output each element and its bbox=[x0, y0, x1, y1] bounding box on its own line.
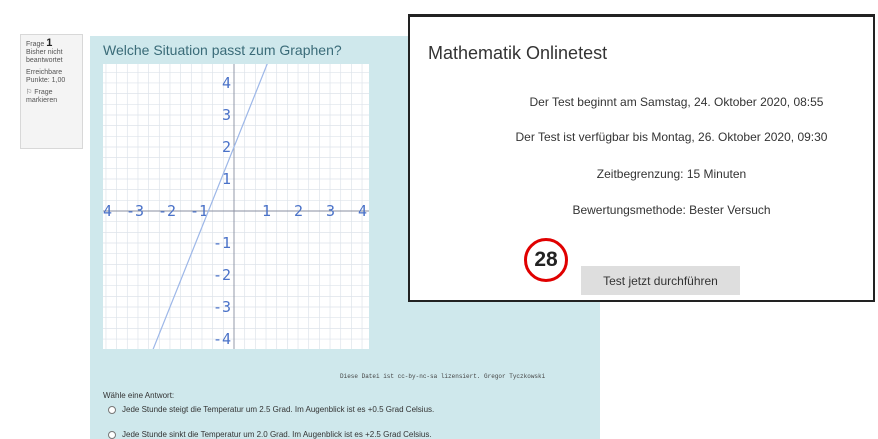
flag-question-link[interactable]: ⚐ Frage markieren bbox=[26, 89, 77, 105]
step-number-badge: 28 bbox=[524, 238, 568, 282]
y-tick-label: 2 bbox=[222, 138, 231, 156]
answer-label: Wähle eine Antwort: bbox=[103, 391, 175, 400]
question-title: Welche Situation passt zum Graphen? bbox=[103, 42, 342, 58]
start-date-text: Der Test beginnt am Samstag, 24. Oktober… bbox=[529, 95, 824, 109]
y-tick-label: 3 bbox=[222, 106, 231, 124]
start-test-button[interactable]: Test jetzt durchführen bbox=[581, 266, 740, 295]
question-points: Erreichbare Punkte: 1,00 bbox=[26, 69, 66, 84]
radio-button[interactable] bbox=[108, 405, 116, 414]
time-limit-text: Zeitbegrenzung: 15 Minuten bbox=[596, 167, 747, 181]
question-status: Bisher nicht beantwortet bbox=[26, 49, 63, 64]
answer-text: Jede Stunde sinkt die Temperatur um 2.0 … bbox=[122, 430, 432, 439]
y-tick-label: -4 bbox=[213, 330, 231, 348]
flag-icon: ⚐ bbox=[26, 89, 33, 96]
available-until-text: Der Test ist verfügbar bis Montag, 26. O… bbox=[515, 130, 828, 144]
grading-method-text: Bewertungsmethode: Bester Versuch bbox=[572, 203, 771, 217]
answer-text: Jede Stunde steigt die Temperatur um 2.5… bbox=[122, 405, 435, 414]
y-tick-label: -1 bbox=[213, 234, 231, 252]
radio-button[interactable] bbox=[108, 430, 116, 439]
test-start-dialog: Mathematik Onlinetest Der Test beginnt a… bbox=[408, 14, 875, 302]
y-tick-label: 4 bbox=[222, 74, 231, 92]
x-tick-label: -2 bbox=[158, 202, 176, 220]
function-graph: -4-3-2-112344321-1-2-3-4 bbox=[103, 64, 369, 349]
question-number: Frage 1 bbox=[26, 37, 53, 49]
question-info-box: Frage 1 Bisher nicht beantwortet Erreich… bbox=[20, 34, 83, 149]
x-tick-label: 2 bbox=[294, 202, 303, 220]
x-tick-label: 4 bbox=[358, 202, 367, 220]
dialog-title: Mathematik Onlinetest bbox=[428, 43, 608, 63]
image-credit: Diese Datei ist cc-by-nc-sa lizensiert. … bbox=[340, 373, 546, 380]
answer-option-2[interactable]: Jede Stunde sinkt die Temperatur um 2.0 … bbox=[108, 430, 432, 439]
x-tick-label: -4 bbox=[103, 202, 112, 220]
x-tick-label: -3 bbox=[126, 202, 144, 220]
x-tick-label: 1 bbox=[262, 202, 271, 220]
y-tick-label: -3 bbox=[213, 298, 231, 316]
x-tick-label: 3 bbox=[326, 202, 335, 220]
y-tick-label: -2 bbox=[213, 266, 231, 284]
answer-option-1[interactable]: Jede Stunde steigt die Temperatur um 2.5… bbox=[108, 405, 434, 414]
